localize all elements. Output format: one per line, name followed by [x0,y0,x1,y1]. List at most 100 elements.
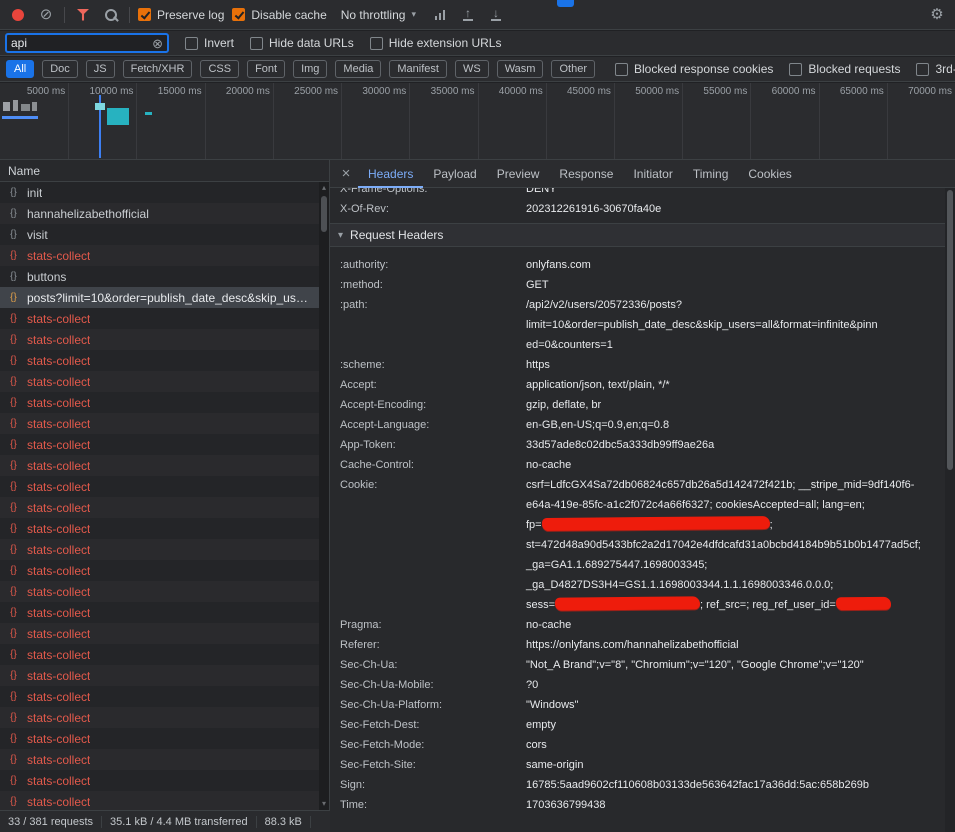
filter-checkbox-blocked-response-cookies[interactable]: Blocked response cookies [615,62,773,76]
general-headers: X-Frame-Options:DENYX-Of-Rev:20231226191… [330,188,945,219]
request-row[interactable]: {}stats-collect [0,644,319,665]
clear-filter-icon[interactable]: ⊗ [152,37,163,50]
filter-toggle-button[interactable] [73,4,93,26]
request-row[interactable]: {}stats-collect [0,476,319,497]
request-row[interactable]: {}stats-collect [0,791,319,810]
request-name: stats-collect [27,375,90,389]
import-har-button[interactable]: ↑ [458,4,478,26]
request-row[interactable]: {}stats-collect [0,560,319,581]
request-row[interactable]: {}stats-collect [0,623,319,644]
script-file-icon: {} [6,523,21,534]
script-file-icon: {} [6,355,21,366]
hide-extension-urls-checkbox[interactable]: Hide extension URLs [370,36,502,50]
preserve-log-checkbox[interactable]: Preserve log [138,8,224,22]
request-list-scrollbar[interactable]: ▴ ▾ [319,182,329,810]
request-row[interactable]: {}stats-collect [0,371,319,392]
clear-network-log-button[interactable]: ⊘ [36,4,56,26]
throttling-dropdown[interactable]: No throttling ▾ [335,6,422,24]
script-file-icon: {} [6,712,21,723]
checkbox-icon [185,37,198,50]
type-filter-doc[interactable]: Doc [42,60,78,78]
tab-payload[interactable]: Payload [423,160,486,188]
type-filter-css[interactable]: CSS [200,60,239,78]
network-conditions-button[interactable] [430,4,450,26]
request-row[interactable]: {}stats-collect [0,749,319,770]
tab-timing[interactable]: Timing [683,160,739,188]
export-har-button[interactable]: ↓ [486,4,506,26]
timeline-gridline [478,83,479,159]
tab-response[interactable]: Response [549,160,623,188]
request-row[interactable]: {}stats-collect [0,707,319,728]
request-row[interactable]: {}stats-collect [0,413,319,434]
request-list-panel: Name {}init{}hannahelizabethofficial{}vi… [0,160,330,810]
request-row[interactable]: {}stats-collect [0,455,319,476]
tab-cookies[interactable]: Cookies [738,160,801,188]
checkbox-icon [250,37,263,50]
details-scrollbar-thumb[interactable] [947,190,953,470]
request-row[interactable]: {}stats-collect [0,308,319,329]
details-scrollbar[interactable] [945,188,955,832]
tab-initiator[interactable]: Initiator [623,160,682,188]
filter-checkbox-blocked-requests[interactable]: Blocked requests [789,62,900,76]
request-row[interactable]: {}stats-collect [0,329,319,350]
filter-checkbox-3rd-party-requests[interactable]: 3rd-party requests [916,62,955,76]
type-filter-all[interactable]: All [6,60,34,78]
type-filter-wasm[interactable]: Wasm [497,60,544,78]
type-filter-fetch-xhr[interactable]: Fetch/XHR [123,60,193,78]
type-filter-img[interactable]: Img [293,60,327,78]
request-row[interactable]: {}stats-collect [0,245,319,266]
request-row[interactable]: {}stats-collect [0,392,319,413]
request-row[interactable]: {}stats-collect [0,434,319,455]
request-row[interactable]: {}stats-collect [0,686,319,707]
request-row[interactable]: {}stats-collect [0,539,319,560]
header-value: no-cache [526,615,945,635]
disable-cache-checkbox[interactable]: Disable cache [232,8,326,22]
request-row[interactable]: {}stats-collect [0,770,319,791]
request-headers-section-header[interactable]: ▾ Request Headers [330,223,945,247]
request-row[interactable]: {}stats-collect [0,602,319,623]
record-button[interactable] [8,4,28,26]
request-name: stats-collect [27,795,90,809]
settings-button[interactable]: ⚙ [927,4,947,26]
invert-checkbox[interactable]: Invert [185,36,234,50]
tab-preview[interactable]: Preview [487,160,550,188]
timeline-tick-label: 25000 ms [294,86,338,97]
scroll-up-icon[interactable]: ▴ [319,183,329,193]
type-filter-ws[interactable]: WS [455,60,489,78]
request-row[interactable]: {}stats-collect [0,665,319,686]
header-value: gzip, deflate, br [526,395,945,415]
script-file-icon: {} [6,565,21,576]
header-row: :scheme:https [330,355,945,375]
request-row[interactable]: {}buttons [0,266,319,287]
hide-data-urls-checkbox[interactable]: Hide data URLs [250,36,354,50]
request-row[interactable]: {}hannahelizabethofficial [0,203,319,224]
checkbox-label: Blocked requests [808,62,900,76]
timeline-overview[interactable]: 5000 ms10000 ms15000 ms20000 ms25000 ms3… [0,83,955,160]
request-row[interactable]: {}stats-collect [0,728,319,749]
request-row[interactable]: {}stats-collect [0,497,319,518]
script-file-icon: {} [6,187,21,198]
request-row[interactable]: {}stats-collect [0,518,319,539]
request-row[interactable]: {}stats-collect [0,581,319,602]
type-filter-media[interactable]: Media [335,60,381,78]
scroll-down-icon[interactable]: ▾ [319,799,329,809]
type-filter-manifest[interactable]: Manifest [389,60,447,78]
network-filter-input[interactable] [11,36,141,50]
script-file-icon: {} [6,649,21,660]
scrollbar-thumb[interactable] [321,196,327,232]
type-filter-other[interactable]: Other [551,60,595,78]
request-row[interactable]: {}posts?limit=10&order=publish_date_desc… [0,287,319,308]
header-value: https://onlyfans.com/hannahelizabethoffi… [526,635,945,655]
name-column-header[interactable]: Name [0,160,329,182]
overview-activity-line [2,116,38,119]
request-row[interactable]: {}visit [0,224,319,245]
header-value: GET [526,275,945,295]
close-details-button[interactable]: × [334,165,358,182]
type-filter-js[interactable]: JS [86,60,115,78]
request-row[interactable]: {}stats-collect [0,350,319,371]
request-row[interactable]: {}init [0,182,319,203]
type-filter-font[interactable]: Font [247,60,285,78]
search-button[interactable] [101,4,121,26]
script-file-icon: {} [6,313,21,324]
tab-headers[interactable]: Headers [358,160,423,188]
